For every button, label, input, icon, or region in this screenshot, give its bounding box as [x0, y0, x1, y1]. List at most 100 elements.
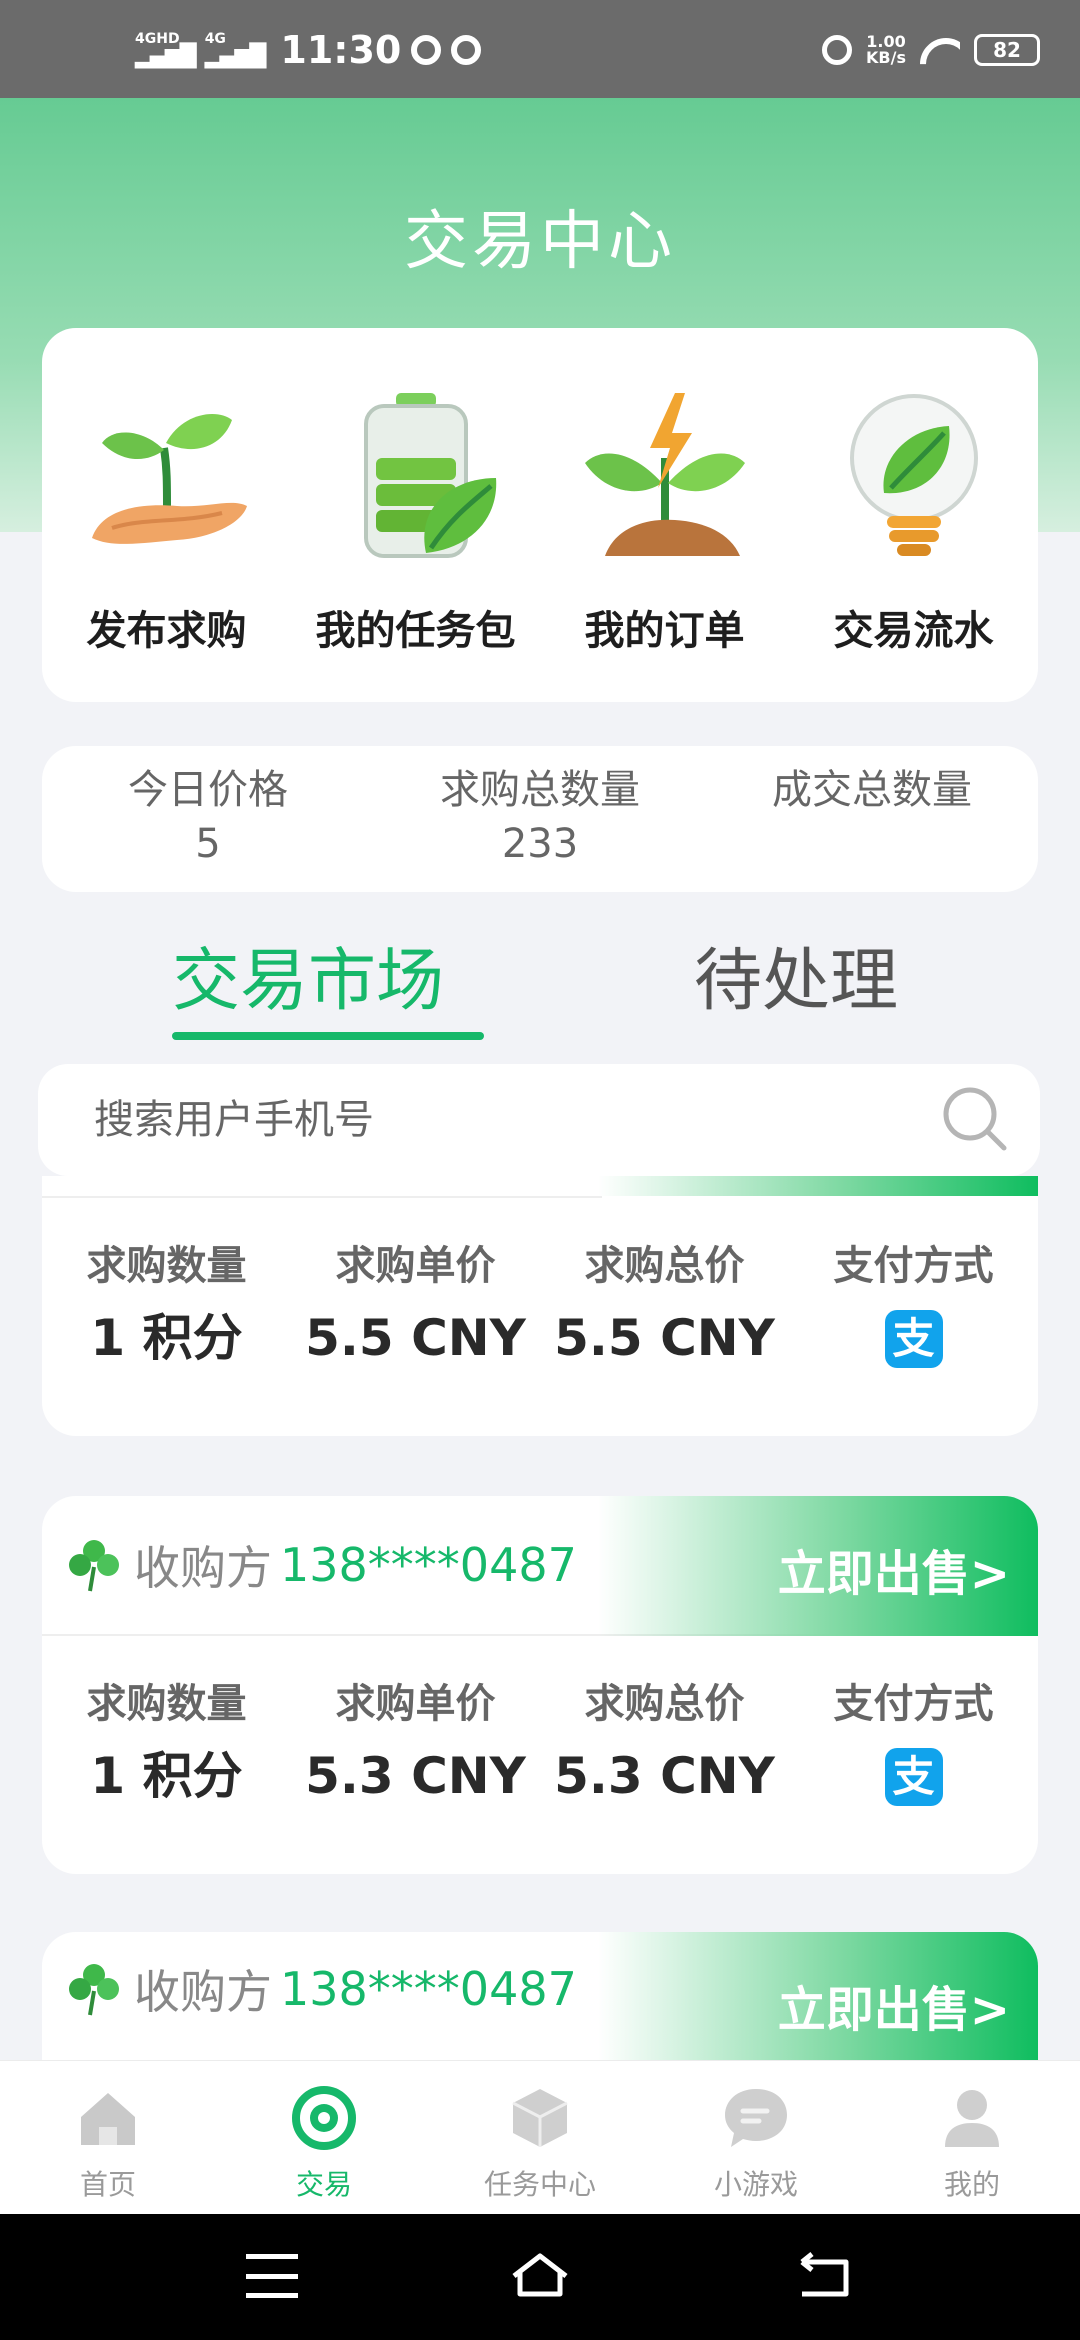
quick-action-label: 我的订单 — [584, 608, 745, 654]
quick-action-label: 我的任务包 — [315, 608, 516, 654]
col-quantity: 求购数量 1 积分 — [42, 1236, 291, 1380]
nav-profile[interactable]: 我的 — [864, 2061, 1080, 2214]
battery-icon: 82 — [974, 34, 1040, 66]
signal-bars-icon: ▂▄▆█ — [204, 44, 267, 69]
stat-value: 233 — [501, 821, 579, 867]
stat-label: 今日价格 — [128, 767, 288, 813]
network-speed: 1.00 KB/s — [866, 34, 906, 66]
chat-bubble-icon — [725, 2089, 787, 2147]
order-details: 求购数量 1 积分 求购单价 5.5 CNY 求购总价 5.5 CNY 支付方式… — [42, 1236, 1038, 1380]
tab-market[interactable]: 交易市场 — [172, 932, 444, 1032]
alarm-icon — [822, 35, 853, 65]
col-total-price: 求购总价 5.5 CNY — [540, 1236, 789, 1380]
wifi-icon — [920, 34, 960, 66]
order-card-top-strip — [598, 1176, 1038, 1196]
col-unit-price: 求购单价 5.5 CNY — [291, 1236, 540, 1380]
stat-value: 5 — [195, 821, 221, 867]
quick-action-transactions[interactable]: 交易流水 — [789, 328, 1038, 702]
quick-actions-card: 发布求购 我的任务包 我的订单 交易流水 — [42, 328, 1038, 702]
quick-action-publish[interactable]: 发布求购 — [42, 328, 291, 702]
quick-action-orders[interactable]: 我的订单 — [540, 328, 789, 702]
page-title: 交易中心 — [404, 205, 676, 279]
user-icon — [945, 2090, 999, 2147]
col-header: 支付方式 — [833, 1243, 994, 1289]
sell-now-button[interactable]: 立即出售> — [778, 1970, 1010, 2040]
nav-label: 交易 — [295, 2168, 352, 2201]
order-unit-price: 5.5 CNY — [305, 1309, 526, 1367]
col-unit-price: 求购单价 5.3 CNY — [291, 1674, 540, 1818]
nav-task-center[interactable]: 任务中心 — [432, 2061, 648, 2214]
col-header: 求购单价 — [335, 1681, 496, 1727]
stat-label: 成交总数量 — [772, 767, 972, 813]
col-header: 求购单价 — [335, 1243, 496, 1289]
order-details: 求购数量 1 积分 求购单价 5.3 CNY 求购总价 5.3 CNY 支付方式… — [42, 1674, 1038, 1818]
search-icon[interactable] — [942, 1086, 1008, 1152]
order-unit-price: 5.3 CNY — [305, 1747, 526, 1805]
nav-label: 任务中心 — [483, 2168, 596, 2201]
home-icon — [81, 2093, 135, 2145]
nav-mini-games[interactable]: 小游戏 — [648, 2061, 864, 2214]
signal-bars-icon: ▂▄▆█ — [135, 44, 197, 69]
cube-icon — [512, 2089, 568, 2147]
system-nav-bar — [0, 2214, 1080, 2340]
system-home-icon[interactable] — [510, 2250, 570, 2300]
order-header: 立即出售> 收购方 138****0487 — [42, 1496, 1038, 1636]
notification-q-icon — [451, 35, 482, 65]
order-divider — [42, 1196, 602, 1198]
trade-icon — [292, 2086, 356, 2150]
col-header: 支付方式 — [833, 1681, 994, 1727]
tab-pending[interactable]: 待处理 — [694, 932, 898, 1032]
signal-2: 4G ▂▄▆█ — [204, 32, 267, 69]
status-left: 4GHD ▂▄▆█ 4G ▂▄▆█ 11:30 — [135, 28, 482, 72]
order-total-price: 5.3 CNY — [554, 1747, 775, 1805]
col-header: 求购总价 — [584, 1681, 745, 1727]
sprout-hand-icon — [91, 413, 247, 544]
signal-1: 4GHD ▂▄▆█ — [135, 32, 197, 69]
status-bar: 4GHD ▂▄▆█ 4G ▂▄▆█ 11:30 1.00 KB/s 82 — [0, 0, 1080, 98]
battery-level: 82 — [993, 38, 1021, 62]
quick-action-label: 交易流水 — [833, 608, 994, 654]
order-quantity: 1 积分 — [90, 1309, 243, 1367]
clover-icon — [69, 1540, 119, 1592]
col-header: 求购总价 — [584, 1243, 745, 1289]
col-header: 求购数量 — [86, 1243, 247, 1289]
nav-home[interactable]: 首页 — [0, 2061, 216, 2214]
bottom-nav: 首页 交易 任务中心 小游戏 我的 — [0, 2060, 1080, 2214]
speed-unit: KB/s — [866, 48, 906, 67]
market-tabs: 交易市场 待处理 — [0, 932, 1080, 1042]
sprout-lightning-icon — [584, 393, 745, 556]
nav-label: 小游戏 — [713, 2168, 798, 2201]
nav-trade[interactable]: 交易 — [216, 2061, 432, 2214]
order-header: 立即出售> 收购方 138****0487 — [42, 1932, 1038, 2072]
battery-leaf-icon — [363, 393, 496, 558]
buyer-info: 收购方 138****0487 — [66, 1956, 577, 2022]
col-total-price: 求购总价 5.3 CNY — [540, 1674, 789, 1818]
search-bar — [38, 1064, 1040, 1176]
order-quantity: 1 积分 — [90, 1747, 243, 1805]
alipay-icon: 支 — [884, 1310, 943, 1368]
buyer-info: 收购方 138****0487 — [66, 1532, 577, 1598]
stat-total-deals: 成交总数量 — [706, 746, 1038, 892]
order-card: 立即出售> 收购方 138****0487 求购数量 1 积分 求购单价 5.3… — [42, 1496, 1038, 1874]
menu-icon[interactable] — [246, 2254, 298, 2298]
order-card: 求购数量 1 积分 求购单价 5.5 CNY 求购总价 5.5 CNY 支付方式… — [42, 1176, 1038, 1436]
alipay-icon: 支 — [884, 1748, 943, 1806]
notification-q-icon — [411, 35, 442, 65]
lightbulb-leaf-icon — [849, 394, 978, 556]
col-payment: 支付方式 支 — [789, 1236, 1038, 1380]
buyer-phone: 138****0487 — [280, 1962, 577, 2016]
sell-now-button[interactable]: 立即出售> — [778, 1534, 1010, 1604]
nav-label: 首页 — [79, 2168, 136, 2201]
status-right: 1.00 KB/s 82 — [822, 30, 1040, 70]
nav-label: 我的 — [943, 2168, 1000, 2201]
stat-label: 求购总数量 — [440, 767, 640, 813]
back-icon[interactable] — [796, 2252, 854, 2302]
buyer-phone: 138****0487 — [280, 1538, 577, 1592]
col-header: 求购数量 — [86, 1681, 247, 1727]
stat-today-price: 今日价格 5 — [42, 746, 374, 892]
clock: 11:30 — [280, 28, 402, 72]
order-total-price: 5.5 CNY — [554, 1309, 775, 1367]
buyer-label: 收购方 — [134, 1965, 272, 2019]
search-input[interactable] — [94, 1088, 914, 1152]
quick-action-task-pack[interactable]: 我的任务包 — [291, 328, 540, 702]
